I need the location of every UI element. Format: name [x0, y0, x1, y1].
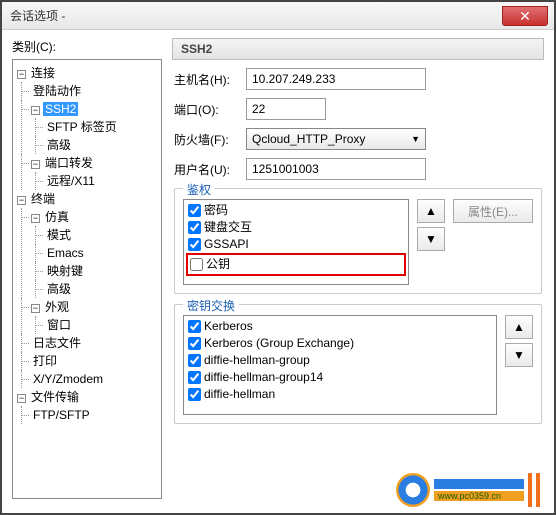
- port-label: 端口(O):: [174, 101, 246, 118]
- auth-password-label: 密码: [204, 202, 228, 219]
- toggle-icon[interactable]: −: [31, 160, 40, 169]
- kex-legend: 密钥交换: [183, 297, 239, 314]
- firewall-value: Qcloud_HTTP_Proxy: [252, 132, 365, 146]
- chevron-down-icon: ▼: [411, 134, 420, 144]
- auth-legend: 鉴权: [183, 181, 215, 198]
- tree-advanced2[interactable]: 高级: [45, 282, 73, 296]
- toggle-icon[interactable]: −: [31, 304, 40, 313]
- tree-port-forward[interactable]: 端口转发: [43, 156, 95, 170]
- ssh2-form: 主机名(H): 端口(O): 防火墙(F): Qcloud_HTTP_Proxy…: [172, 60, 544, 442]
- kex-dh-check[interactable]: [188, 388, 201, 401]
- kex-item-label: Kerberos (Group Exchange): [204, 335, 354, 352]
- kex-kerberos-check[interactable]: [188, 320, 201, 333]
- sidebar: 类别(C): −连接 登陆动作 −SSH2 SFTP 标签页 高级: [12, 38, 162, 513]
- kex-list[interactable]: Kerberos Kerberos (Group Exchange) diffi…: [183, 315, 497, 415]
- kex-item-label: Kerberos: [204, 318, 253, 335]
- auth-move-down-button[interactable]: ▼: [417, 227, 445, 251]
- watermark-url: www.pc0359.cn: [434, 491, 524, 501]
- close-button[interactable]: ✕: [502, 6, 548, 26]
- category-tree[interactable]: −连接 登陆动作 −SSH2 SFTP 标签页 高级 −端口转发 远程/X11: [12, 59, 162, 499]
- session-options-window: 会话选项 - ✕ 类别(C): −连接 登陆动作 −SSH2 SFTP 标签页 …: [0, 0, 556, 515]
- watermark: www.pc0359.cn: [396, 473, 544, 507]
- tree-appearance[interactable]: 外观: [43, 300, 71, 314]
- kex-move-down-button[interactable]: ▼: [505, 343, 533, 367]
- kex-dh-group-check[interactable]: [188, 354, 201, 367]
- tree-file-transfer[interactable]: 文件传输: [29, 390, 81, 404]
- tree-xyzmodem[interactable]: X/Y/Zmodem: [31, 372, 105, 386]
- auth-gssapi-label: GSSAPI: [204, 236, 249, 253]
- auth-properties-button: 属性(E)...: [453, 199, 533, 223]
- watermark-logo-icon: [396, 473, 430, 507]
- tree-mapkey[interactable]: 映射键: [45, 264, 85, 278]
- kex-group: 密钥交换 Kerberos Kerberos (Group Exchange) …: [174, 304, 542, 424]
- tree-emulation[interactable]: 仿真: [43, 210, 71, 224]
- tree-logfile[interactable]: 日志文件: [31, 336, 83, 350]
- auth-keyboard-check[interactable]: [188, 221, 201, 234]
- content: 类别(C): −连接 登陆动作 −SSH2 SFTP 标签页 高级: [2, 30, 554, 513]
- watermark-stripes-icon: [528, 473, 544, 507]
- kex-kerberos-ge-check[interactable]: [188, 337, 201, 350]
- tree-mode[interactable]: 模式: [45, 228, 73, 242]
- toggle-icon[interactable]: −: [17, 394, 26, 403]
- tree-window[interactable]: 窗口: [45, 318, 73, 332]
- firewall-select[interactable]: Qcloud_HTTP_Proxy ▼: [246, 128, 426, 150]
- kex-move-up-button[interactable]: ▲: [505, 315, 533, 339]
- titlebar: 会话选项 - ✕: [2, 2, 554, 30]
- toggle-icon[interactable]: −: [17, 70, 26, 79]
- category-label: 类别(C):: [12, 38, 162, 55]
- watermark-bar: [434, 479, 524, 489]
- tree-print[interactable]: 打印: [31, 354, 59, 368]
- auth-group: 鉴权 密码 键盘交互 GSSAPI 公钥 ▲ ▼ 属性(E)...: [174, 188, 542, 294]
- toggle-icon[interactable]: −: [17, 196, 26, 205]
- kex-item-label: diffie-hellman: [204, 386, 275, 403]
- toggle-icon[interactable]: −: [31, 214, 40, 223]
- username-input[interactable]: [246, 158, 426, 180]
- tree-remote-x11[interactable]: 远程/X11: [45, 174, 97, 188]
- tree-login-action[interactable]: 登陆动作: [31, 84, 83, 98]
- hostname-input[interactable]: [246, 68, 426, 90]
- tree-connection[interactable]: 连接: [29, 66, 57, 80]
- kex-dh-group14-check[interactable]: [188, 371, 201, 384]
- auth-move-up-button[interactable]: ▲: [417, 199, 445, 223]
- auth-publickey-check[interactable]: [190, 258, 203, 271]
- hostname-label: 主机名(H):: [174, 71, 246, 88]
- auth-gssapi-check[interactable]: [188, 238, 201, 251]
- main-panel: SSH2 主机名(H): 端口(O): 防火墙(F): Qcloud_HTTP_…: [172, 38, 544, 513]
- tree-emacs[interactable]: Emacs: [45, 246, 86, 260]
- panel-title: SSH2: [172, 38, 544, 60]
- port-input[interactable]: [246, 98, 326, 120]
- tree-terminal[interactable]: 终端: [29, 192, 57, 206]
- username-label: 用户名(U):: [174, 161, 246, 178]
- kex-item-label: diffie-hellman-group14: [204, 369, 323, 386]
- tree-advanced[interactable]: 高级: [45, 138, 73, 152]
- window-title: 会话选项 -: [10, 7, 65, 24]
- kex-item-label: diffie-hellman-group: [204, 352, 310, 369]
- auth-password-check[interactable]: [188, 204, 201, 217]
- tree-sftp-tab[interactable]: SFTP 标签页: [45, 120, 119, 134]
- auth-publickey-label: 公钥: [206, 256, 230, 273]
- auth-keyboard-label: 键盘交互: [204, 219, 252, 236]
- toggle-icon[interactable]: −: [31, 106, 40, 115]
- auth-list[interactable]: 密码 键盘交互 GSSAPI 公钥: [183, 199, 409, 285]
- tree-ftp-sftp[interactable]: FTP/SFTP: [31, 408, 92, 422]
- tree-ssh2[interactable]: SSH2: [43, 102, 78, 116]
- firewall-label: 防火墙(F):: [174, 131, 246, 148]
